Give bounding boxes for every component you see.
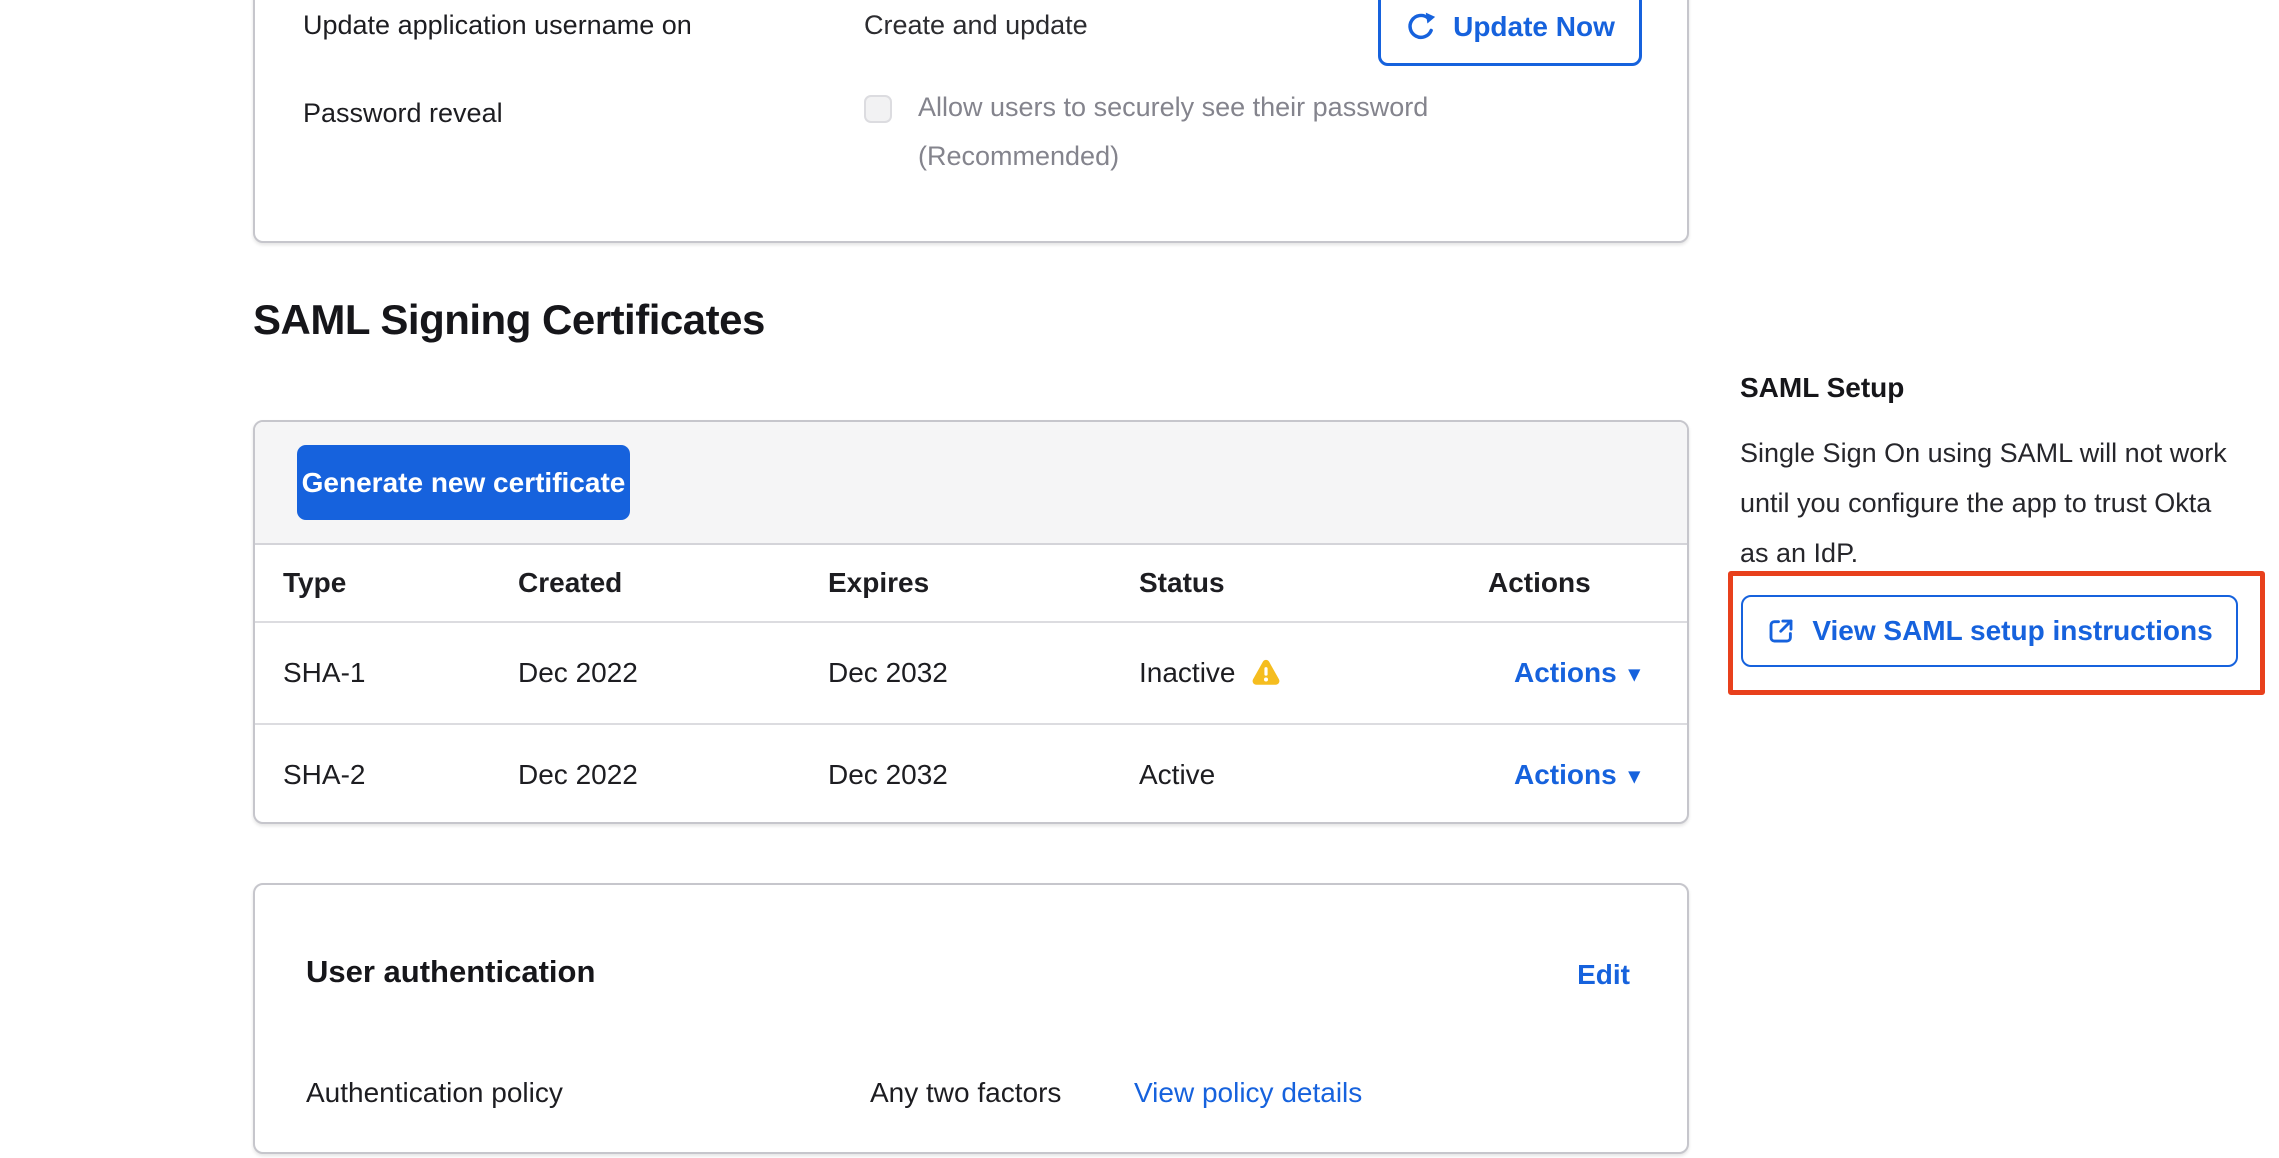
cert-type: SHA-1 xyxy=(283,657,365,689)
username-update-value: Create and update xyxy=(864,10,1088,41)
actions-dropdown[interactable]: Actions ▾ xyxy=(1514,657,1640,689)
actions-label: Actions xyxy=(1514,759,1617,791)
password-reveal-label: Password reveal xyxy=(303,98,503,129)
view-saml-setup-instructions-label: View SAML setup instructions xyxy=(1812,615,2212,647)
certificates-panel: Generate new certificate Type Created Ex… xyxy=(253,420,1689,824)
certificates-table: Type Created Expires Status Actions SHA-… xyxy=(255,545,1687,824)
generate-certificate-button[interactable]: Generate new certificate xyxy=(297,445,630,520)
cert-status: Inactive xyxy=(1139,657,1282,689)
actions-label: Actions xyxy=(1514,657,1617,689)
cert-expires: Dec 2032 xyxy=(828,759,948,791)
actions-dropdown[interactable]: Actions ▾ xyxy=(1514,759,1640,791)
table-row: SHA-2 Dec 2022 Dec 2032 Active Actions ▾ xyxy=(255,723,1687,824)
cert-created: Dec 2022 xyxy=(518,657,638,689)
page: Update application username on Create an… xyxy=(0,0,2279,1158)
table-row: SHA-1 Dec 2022 Dec 2032 Inactive Actions xyxy=(255,621,1687,723)
saml-certificates-heading: SAML Signing Certificates xyxy=(253,296,765,344)
col-header-status: Status xyxy=(1139,567,1225,599)
authentication-policy-label: Authentication policy xyxy=(306,1077,563,1109)
authentication-policy-value: Any two factors xyxy=(870,1077,1061,1109)
password-reveal-checkbox-text: Allow users to securely see their passwo… xyxy=(918,83,1518,181)
user-authentication-heading: User authentication xyxy=(306,954,595,990)
saml-setup-description: Single Sign On using SAML will not work … xyxy=(1740,428,2230,578)
user-authentication-panel: User authentication Edit Authentication … xyxy=(253,883,1689,1154)
table-header-row: Type Created Expires Status Actions xyxy=(255,545,1687,621)
col-header-expires: Expires xyxy=(828,567,929,599)
external-link-icon xyxy=(1766,616,1796,646)
col-header-actions: Actions xyxy=(1488,567,1591,599)
update-now-button[interactable]: Update Now xyxy=(1378,0,1642,66)
warning-icon xyxy=(1250,657,1282,689)
signon-settings-panel: Update application username on Create an… xyxy=(253,0,1689,243)
chevron-down-icon: ▾ xyxy=(1629,661,1640,687)
password-reveal-checkbox[interactable] xyxy=(864,95,892,123)
cert-type: SHA-2 xyxy=(283,759,365,791)
refresh-icon xyxy=(1405,11,1437,43)
cert-expires: Dec 2032 xyxy=(828,657,948,689)
saml-setup-heading: SAML Setup xyxy=(1740,372,1904,404)
edit-link[interactable]: Edit xyxy=(1577,959,1630,991)
cert-created: Dec 2022 xyxy=(518,759,638,791)
update-now-label: Update Now xyxy=(1453,11,1615,43)
status-text: Active xyxy=(1139,759,1215,791)
view-policy-details-link[interactable]: View policy details xyxy=(1134,1077,1362,1109)
view-saml-setup-instructions-button[interactable]: View SAML setup instructions xyxy=(1741,595,2238,667)
col-header-created: Created xyxy=(518,567,622,599)
certificates-toolbar: Generate new certificate xyxy=(255,422,1687,545)
status-text: Inactive xyxy=(1139,657,1236,689)
chevron-down-icon: ▾ xyxy=(1629,763,1640,789)
cert-status: Active xyxy=(1139,759,1215,791)
col-header-type: Type xyxy=(283,567,346,599)
username-update-label: Update application username on xyxy=(303,10,692,41)
